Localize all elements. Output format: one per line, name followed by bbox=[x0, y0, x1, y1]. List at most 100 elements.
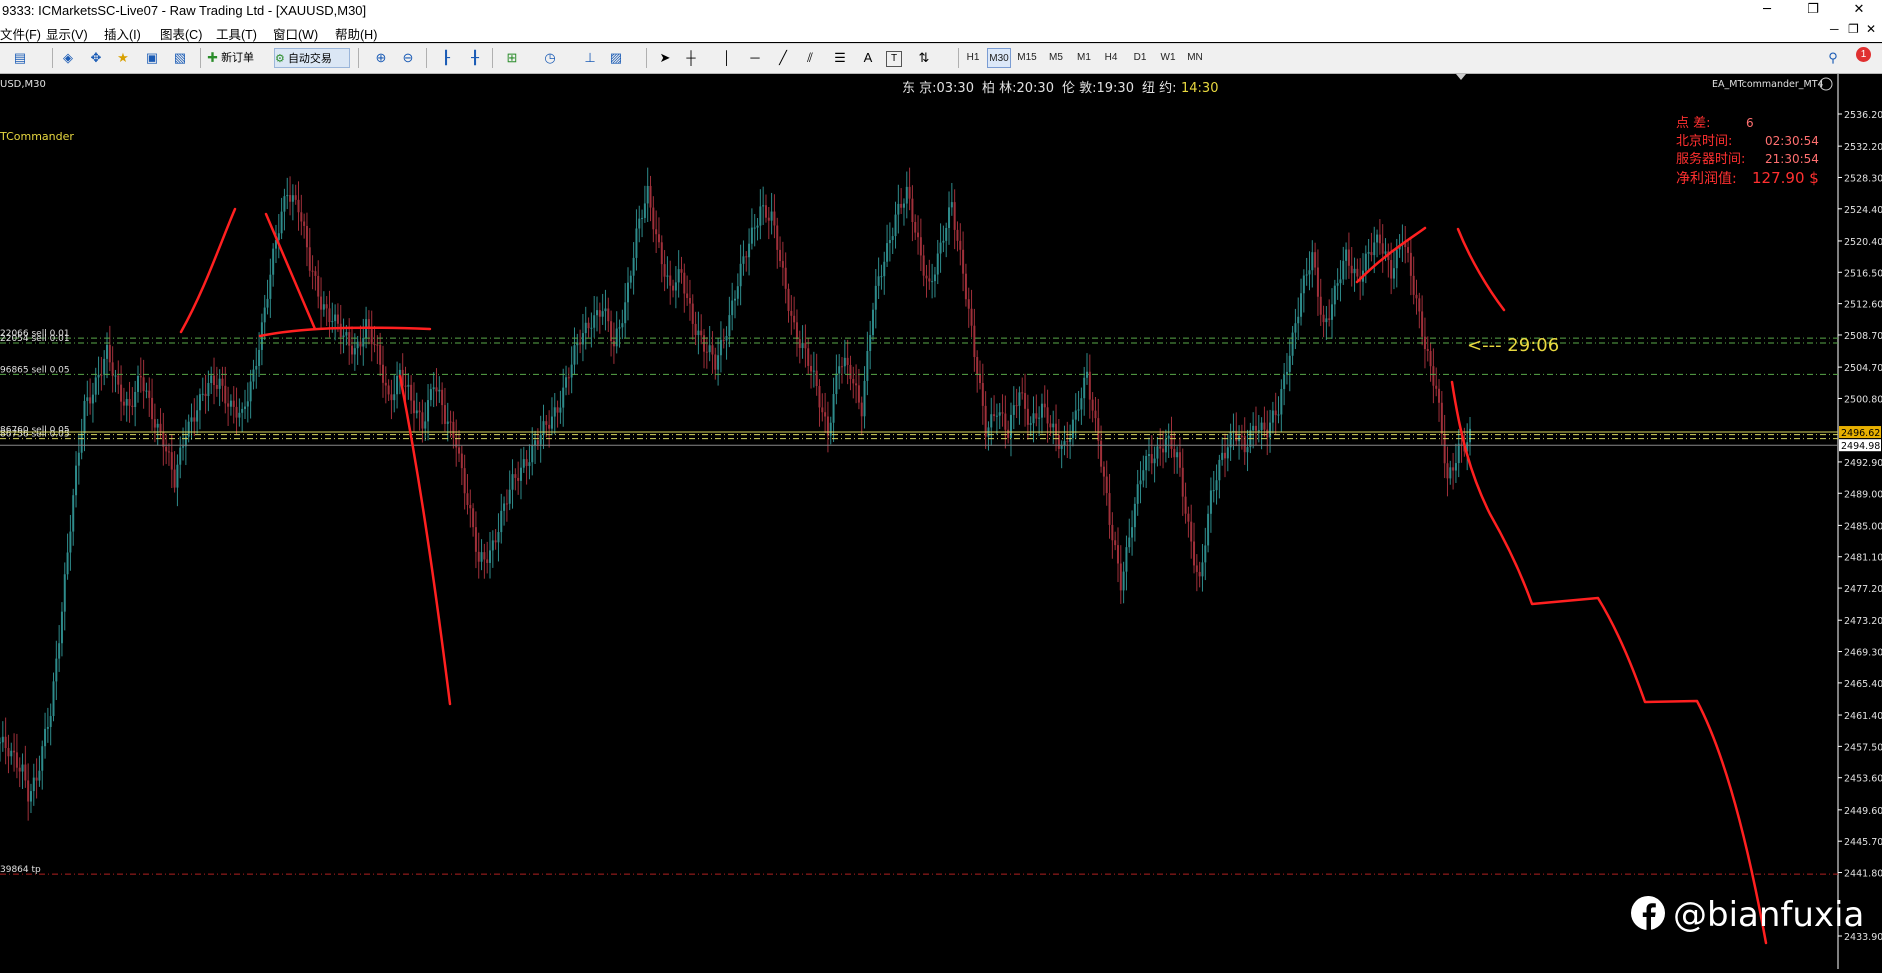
candle-body bbox=[345, 332, 348, 336]
candle-body bbox=[539, 434, 542, 445]
candle-body bbox=[415, 410, 418, 414]
candle-body bbox=[1181, 467, 1184, 497]
candle-body bbox=[1029, 423, 1032, 425]
candle-body bbox=[1198, 571, 1201, 577]
periods-icon[interactable]: ◷ bbox=[540, 48, 560, 68]
menu-help[interactable]: 帮助(H) bbox=[335, 24, 377, 43]
new-order-button[interactable]: ✚ 新订单 bbox=[207, 48, 267, 68]
navigator-icon[interactable]: ✥ bbox=[86, 48, 106, 68]
candle-body bbox=[779, 249, 782, 262]
zoom-out-icon[interactable]: ⊖ bbox=[398, 48, 418, 68]
fibonacci-icon[interactable]: ☰ bbox=[830, 48, 850, 68]
menu-chart[interactable]: 图表(C) bbox=[160, 24, 202, 43]
candle-body bbox=[976, 357, 979, 375]
axis-label: 2500.80 bbox=[1844, 394, 1882, 405]
auto-trading-button[interactable]: ⚙ 自动交易 bbox=[274, 48, 350, 68]
templates-icon[interactable]: ▨ bbox=[606, 48, 626, 68]
profiles-icon[interactable]: ▤ bbox=[10, 48, 30, 68]
candle-body bbox=[190, 417, 193, 422]
menu-file[interactable]: 文件(F) bbox=[0, 24, 41, 43]
candle-body bbox=[269, 274, 272, 299]
minimize-button[interactable]: ─ bbox=[1744, 0, 1790, 22]
candle-body bbox=[1100, 440, 1103, 467]
child-restore-icon[interactable]: ❐ bbox=[1848, 22, 1859, 36]
new-order-label: 新订单 bbox=[221, 52, 255, 64]
chart-shift-icon[interactable]: ⊥ bbox=[580, 48, 600, 68]
bar-chart-icon[interactable]: ┠ bbox=[436, 48, 456, 68]
child-close-icon[interactable]: ✕ bbox=[1866, 22, 1876, 36]
horizontal-line-icon[interactable]: ─ bbox=[745, 48, 765, 68]
arrows-icon[interactable]: ⇅ bbox=[914, 48, 934, 68]
candle-body bbox=[1043, 403, 1046, 408]
candle-body bbox=[655, 229, 658, 235]
candle-body bbox=[860, 402, 863, 417]
tf-m30-button[interactable]: M30 bbox=[987, 48, 1011, 68]
tf-h4-button[interactable]: H4 bbox=[1099, 48, 1123, 68]
channel-icon[interactable]: ⫽ bbox=[800, 48, 820, 68]
close-button[interactable]: ✕ bbox=[1836, 0, 1882, 22]
candle-body bbox=[1328, 318, 1331, 320]
menu-tools[interactable]: 工具(T) bbox=[216, 24, 257, 43]
candle-body bbox=[1266, 429, 1269, 438]
child-minimize-icon[interactable]: ─ bbox=[1830, 22, 1839, 36]
candle-body bbox=[1173, 448, 1176, 458]
text-tool-icon[interactable]: A bbox=[858, 48, 878, 68]
axis-label: 2492.90 bbox=[1844, 458, 1882, 469]
vertical-line-icon[interactable]: │ bbox=[717, 48, 737, 68]
text-label-tool-icon[interactable]: T bbox=[886, 51, 902, 67]
candle-body bbox=[193, 417, 196, 422]
candle-body bbox=[176, 464, 179, 488]
tf-d1-button[interactable]: D1 bbox=[1128, 48, 1152, 68]
candle-body bbox=[607, 308, 610, 322]
candle-body bbox=[497, 532, 500, 543]
tf-w1-button[interactable]: W1 bbox=[1156, 48, 1180, 68]
watermark-text: @bianfuxia bbox=[1673, 895, 1864, 935]
candle-body bbox=[466, 493, 469, 505]
candle-body bbox=[1055, 423, 1058, 435]
tf-m15-button[interactable]: M15 bbox=[1015, 48, 1039, 68]
tf-m1-button[interactable]: M1 bbox=[1072, 48, 1096, 68]
candle-body bbox=[1218, 459, 1221, 481]
menu-insert[interactable]: 插入(I) bbox=[104, 24, 141, 43]
restore-button[interactable]: ❐ bbox=[1790, 0, 1836, 22]
candle-body bbox=[263, 307, 266, 323]
candlestick-icon[interactable]: ╂ bbox=[465, 48, 485, 68]
candle-body bbox=[370, 328, 373, 345]
strategy-tester-icon[interactable]: ▧ bbox=[170, 48, 190, 68]
candle-body bbox=[122, 401, 125, 406]
candle-body bbox=[393, 394, 396, 401]
tf-mn-button[interactable]: MN bbox=[1183, 48, 1207, 68]
market-watch-icon[interactable]: ◈ bbox=[58, 48, 78, 68]
terminal-icon[interactable]: ▣ bbox=[142, 48, 162, 68]
candle-body bbox=[894, 214, 897, 237]
indicators-icon[interactable]: ⊞ bbox=[502, 48, 522, 68]
candle-body bbox=[1, 736, 4, 743]
candle-body bbox=[1440, 402, 1443, 434]
clock-newyork-time: 14:30 bbox=[1181, 81, 1218, 96]
candle-body bbox=[1454, 463, 1457, 471]
clock-tokyo: 东 京:03:30 bbox=[902, 81, 974, 96]
candle-body bbox=[548, 424, 551, 429]
ea-indicator-label: TCommander bbox=[0, 130, 74, 143]
trendline-icon[interactable]: ╱ bbox=[773, 48, 793, 68]
candle-body bbox=[776, 225, 779, 250]
cursor-icon[interactable]: ➤ bbox=[655, 48, 675, 68]
tf-m5-button[interactable]: M5 bbox=[1044, 48, 1068, 68]
tf-h1-button[interactable]: H1 bbox=[961, 48, 985, 68]
zoom-in-icon[interactable]: ⊕ bbox=[371, 48, 391, 68]
chart-window[interactable]: 22066 sell 0.01 22054 sell 0.01 96865 sell… bbox=[0, 74, 1882, 969]
candle-body bbox=[584, 322, 587, 334]
candle-body bbox=[660, 242, 663, 265]
candle-body bbox=[728, 315, 731, 337]
candle-body bbox=[643, 203, 646, 218]
candle-body bbox=[249, 381, 252, 402]
price-chart[interactable]: 22066 sell 0.0122054 sell 0.0196865 sell… bbox=[0, 74, 1882, 969]
search-icon[interactable]: ⚲ bbox=[1823, 48, 1843, 68]
menu-window[interactable]: 窗口(W) bbox=[273, 24, 318, 43]
candle-body bbox=[359, 341, 362, 347]
crosshair-icon[interactable]: ┼ bbox=[681, 48, 701, 68]
notifications-button[interactable]: 1 bbox=[1850, 47, 1872, 68]
candle-body bbox=[348, 332, 351, 346]
favorites-icon[interactable]: ★ bbox=[113, 48, 133, 68]
menu-view[interactable]: 显示(V) bbox=[46, 24, 88, 43]
